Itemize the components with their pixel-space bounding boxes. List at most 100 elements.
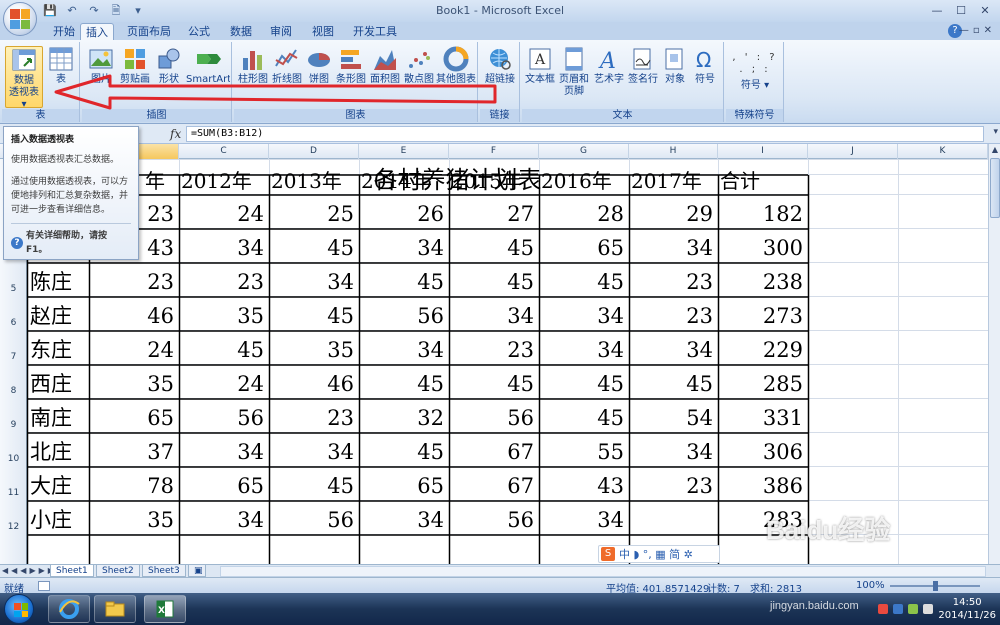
svg-text:X: X <box>158 606 165 616</box>
column-chart-icon <box>243 51 262 70</box>
symbol-button[interactable]: Ω 符号 <box>690 46 720 86</box>
textbox-button[interactable]: A 文本框 <box>524 46 556 86</box>
cell-E5: 45 <box>417 270 444 294</box>
tray-app-icon[interactable] <box>878 604 889 614</box>
cell-B5: 23 <box>147 270 174 294</box>
office-button[interactable] <box>3 2 37 36</box>
network-icon[interactable] <box>908 604 919 614</box>
wordart-button[interactable]: A 艺术字 <box>592 46 626 86</box>
header-cell-5: 2015年 <box>451 169 522 193</box>
cell-D11: 45 <box>327 474 354 498</box>
cell-name-10: 北庄 <box>30 440 72 464</box>
expand-formula-bar-icon[interactable]: ▾ <box>993 127 998 137</box>
maximize-button[interactable]: ☐ <box>950 2 972 19</box>
svg-text:A: A <box>598 49 616 72</box>
cell-E7: 34 <box>417 338 444 362</box>
sheet-nav-arrows[interactable]: ◀◀◀▶▶▶ <box>2 565 57 577</box>
zoom-slider-knob[interactable] <box>933 581 938 591</box>
volume-icon[interactable] <box>923 604 934 614</box>
tab-developer[interactable]: 开发工具 <box>348 23 402 40</box>
scroll-thumb[interactable] <box>990 158 1000 218</box>
tab-home[interactable]: 开始 <box>44 23 84 40</box>
cell-C12: 34 <box>237 508 264 532</box>
cell-name-12: 小庄 <box>30 508 72 532</box>
cell-D8: 46 <box>327 372 354 396</box>
tab-page-layout[interactable]: 页面布局 <box>122 23 176 40</box>
cell-E8: 45 <box>417 372 444 396</box>
excel-icon: X <box>156 600 174 618</box>
textbox-icon: A <box>529 48 551 70</box>
cell-B3: 23 <box>147 202 174 226</box>
bluetooth-icon[interactable] <box>893 604 904 614</box>
tab-data[interactable]: 数据 <box>224 23 258 40</box>
office-logo-icon <box>10 9 30 29</box>
close-button[interactable]: ✕ <box>974 2 996 19</box>
cell-name-7: 东庄 <box>30 338 72 362</box>
header-footer-button[interactable]: 页眉和 页脚 <box>556 46 592 98</box>
cell-H9: 54 <box>686 406 713 430</box>
sheet-tab-2[interactable]: Sheet2 <box>96 565 140 577</box>
cell-name-11: 大庄 <box>30 474 72 498</box>
window-title: Book1 - Microsoft Excel <box>435 4 565 17</box>
ribbon-window-controls[interactable]: —▫✕ <box>959 25 996 36</box>
minimize-button[interactable]: — <box>926 2 948 19</box>
taskbar-excel-button[interactable]: X <box>144 595 186 623</box>
scroll-up-icon[interactable]: ▲ <box>989 144 1000 156</box>
folder-icon <box>105 601 125 617</box>
cell-H6: 23 <box>686 304 713 328</box>
header-cell-3: 2013年 <box>271 169 342 193</box>
zoom-level[interactable]: 100% <box>856 580 885 591</box>
system-tray: 14:50 2014/11/26 <box>878 593 996 625</box>
textbox-label: 文本框 <box>525 74 555 85</box>
signature-label: 签名行 <box>628 74 658 85</box>
sheet-tab-3[interactable]: Sheet3 <box>142 565 186 577</box>
tab-view[interactable]: 视图 <box>306 23 340 40</box>
cell-C8: 24 <box>237 372 264 396</box>
cell-B8: 35 <box>147 372 174 396</box>
ime-toolbar[interactable]: S 中 ◗ °, ▦ 简 ✲ <box>598 545 720 563</box>
special-symbol-button[interactable]: , ' : ? . ; : 符号 ▾ <box>728 46 782 92</box>
object-label: 对象 <box>665 74 685 85</box>
header-cell-4: 2014年 <box>361 169 432 193</box>
cell-G10: 55 <box>597 440 624 464</box>
cell-G6: 34 <box>597 304 624 328</box>
ime-controls[interactable]: 中 ◗ °, ▦ 简 ✲ <box>619 546 693 562</box>
tab-review[interactable]: 审阅 <box>264 23 298 40</box>
group-special-symbols-label: 特殊符号 <box>726 109 783 122</box>
start-button[interactable] <box>4 594 34 624</box>
group-special-symbols: , ' : ? . ; : 符号 ▾ 特殊符号 <box>726 42 784 122</box>
insert-sheet-icon[interactable]: ▣ <box>188 565 206 577</box>
cell-I5: 238 <box>763 270 803 294</box>
taskbar-ie-button[interactable] <box>48 595 90 623</box>
signature-line-button[interactable]: 签名行 <box>626 46 660 86</box>
cell-H3: 29 <box>686 202 713 226</box>
object-button[interactable]: 对象 <box>660 46 690 86</box>
cell-E12: 34 <box>417 508 444 532</box>
cell-H11: 23 <box>686 474 713 498</box>
sheet-tab-1[interactable]: Sheet1 <box>50 565 94 577</box>
formula-input[interactable]: =SUM(B3:B12) <box>186 126 984 142</box>
hyperlink-icon <box>490 49 511 70</box>
cell-G9: 45 <box>597 406 624 430</box>
cell-area[interactable]: 各村养猪计划表年 2012年 2013年 2014年 2015年 2016年 2017年 合计… <box>0 144 988 564</box>
cell-F4: 45 <box>507 236 534 260</box>
tab-insert[interactable]: 插入 <box>80 23 114 40</box>
cell-D3: 25 <box>327 202 354 226</box>
worksheet-grid[interactable]: ABCDEFGHIJK 123456789101112 各村养猪计划表年2012… <box>0 144 988 564</box>
table-icon <box>49 47 73 71</box>
windows-logo-icon <box>14 603 28 617</box>
cell-D10: 34 <box>327 440 354 464</box>
vertical-scrollbar[interactable]: ▲ <box>988 144 1000 564</box>
cell-D4: 45 <box>327 236 354 260</box>
cell-E6: 56 <box>417 304 444 328</box>
cell-D7: 35 <box>327 338 354 362</box>
fx-icon[interactable]: fx <box>170 127 181 141</box>
taskbar-explorer-button[interactable] <box>94 595 136 623</box>
system-clock[interactable]: 14:50 2014/11/26 <box>938 596 996 622</box>
cell-G12: 34 <box>597 508 624 532</box>
horizontal-scrollbar[interactable] <box>220 566 986 577</box>
tab-formulas[interactable]: 公式 <box>182 23 216 40</box>
macro-record-icon[interactable] <box>38 581 50 591</box>
cell-G5: 45 <box>597 270 624 294</box>
cell-E9: 32 <box>417 406 444 430</box>
